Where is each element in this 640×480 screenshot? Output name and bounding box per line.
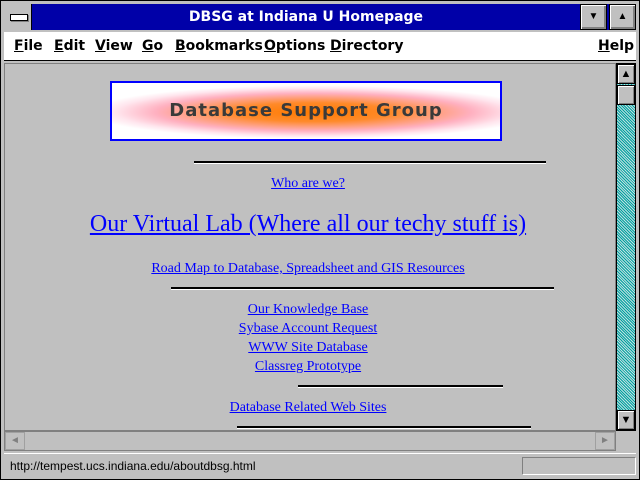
- link-database-web-sites[interactable]: Database Related Web Sites: [5, 400, 611, 416]
- menu-bar: File Edit View Go Bookmarks Options Dire…: [4, 32, 636, 61]
- menu-edit[interactable]: Edit: [54, 32, 85, 60]
- banner-image: Database Support Group: [110, 81, 502, 141]
- scrollbar-corner: [616, 431, 636, 451]
- divider: [194, 161, 546, 164]
- status-url: http://tempest.ucs.indiana.edu/aboutdbsg…: [10, 459, 256, 473]
- maximize-icon: ▲: [617, 11, 628, 22]
- link-road-map[interactable]: Road Map to Database, Spreadsheet and GI…: [5, 261, 611, 277]
- menu-file[interactable]: File: [14, 32, 43, 60]
- link-www-site-database[interactable]: WWW Site Database: [5, 340, 611, 356]
- status-progress-panel: [522, 457, 636, 475]
- link-virtual-lab[interactable]: Our Virtual Lab (Where all our techy stu…: [5, 211, 611, 238]
- link-classreg-prototype[interactable]: Classreg Prototype: [5, 359, 611, 375]
- system-menu-button[interactable]: [4, 4, 32, 30]
- divider: [171, 287, 554, 290]
- scroll-right-button[interactable]: ►: [595, 432, 615, 450]
- arrow-right-icon: ►: [600, 435, 610, 446]
- maximize-button[interactable]: ▲: [609, 4, 636, 30]
- minimize-button[interactable]: ▼: [580, 4, 607, 30]
- link-who-are-we[interactable]: Who are we?: [5, 176, 611, 192]
- minimize-icon: ▼: [588, 11, 599, 22]
- divider: [237, 426, 531, 429]
- menu-options[interactable]: Options: [264, 32, 325, 60]
- scroll-down-button[interactable]: ▼: [617, 410, 635, 430]
- arrow-down-icon: ▼: [620, 414, 632, 426]
- menu-help[interactable]: Help: [598, 32, 634, 60]
- menu-directory[interactable]: Directory: [330, 32, 403, 60]
- scroll-thumb[interactable]: [617, 85, 635, 105]
- link-knowledge-base[interactable]: Our Knowledge Base: [5, 302, 611, 318]
- scroll-up-button[interactable]: ▲: [617, 64, 635, 84]
- status-bar: http://tempest.ucs.indiana.edu/aboutdbsg…: [4, 453, 636, 478]
- title-bar[interactable]: DBSG at Indiana U Homepage ▼ ▲: [4, 4, 636, 30]
- window-title: DBSG at Indiana U Homepage: [188, 9, 424, 25]
- arrow-left-icon: ◄: [10, 435, 20, 446]
- vertical-scrollbar[interactable]: ▲ ▼: [616, 63, 636, 431]
- scroll-left-button[interactable]: ◄: [5, 432, 25, 450]
- link-sybase-account[interactable]: Sybase Account Request: [5, 321, 611, 337]
- menu-go[interactable]: Go: [142, 32, 163, 60]
- system-menu-icon: [10, 14, 28, 21]
- horizontal-scrollbar[interactable]: ◄ ►: [4, 431, 616, 451]
- divider: [298, 385, 503, 388]
- page-content: Database Support Group Who are we? Our V…: [4, 63, 616, 431]
- browser-window: DBSG at Indiana U Homepage ▼ ▲ File Edit…: [0, 0, 640, 480]
- menu-bookmarks[interactable]: Bookmarks: [175, 32, 263, 60]
- menu-view[interactable]: View: [95, 32, 133, 60]
- banner-text: Database Support Group: [169, 100, 443, 121]
- arrow-up-icon: ▲: [620, 68, 632, 80]
